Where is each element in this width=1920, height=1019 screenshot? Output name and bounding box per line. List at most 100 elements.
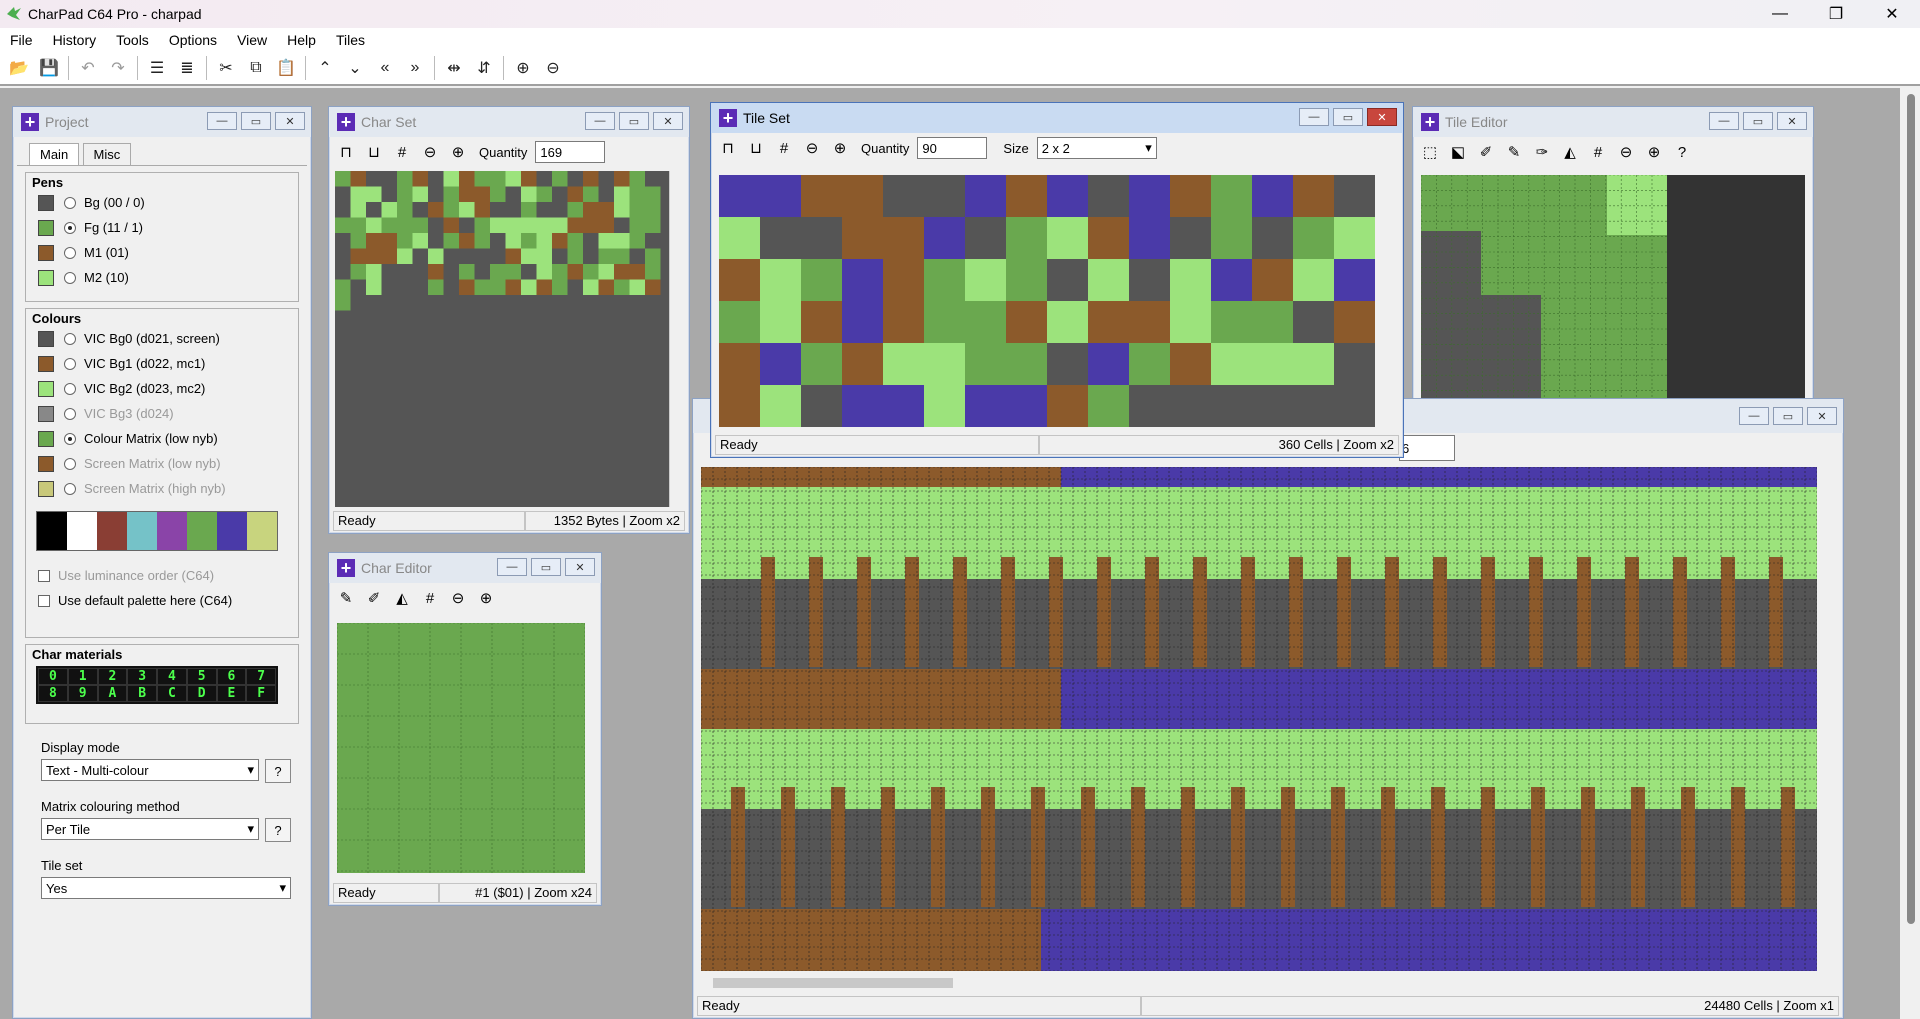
pen-radio[interactable] xyxy=(64,196,76,209)
colour-option[interactable]: Colour Matrix (low nyb) xyxy=(32,426,292,451)
shift-up-icon[interactable]: ⌃ xyxy=(310,54,340,82)
help-icon[interactable]: ? xyxy=(1669,139,1695,165)
colour-radio[interactable] xyxy=(64,432,76,445)
paste-icon[interactable]: 📋 xyxy=(271,54,301,82)
restore-button[interactable]: ❐ xyxy=(1808,0,1864,28)
material-cell[interactable]: 2 xyxy=(97,668,128,685)
menu-help[interactable]: Help xyxy=(277,32,326,48)
matrix-method-help-button[interactable]: ? xyxy=(265,818,291,842)
material-cell[interactable]: 9 xyxy=(67,685,98,702)
fill-icon[interactable]: ◭ xyxy=(1557,139,1583,165)
menu-file[interactable]: File xyxy=(0,32,43,48)
map-vertical-scrollbar[interactable] xyxy=(1823,467,1839,971)
tileeditor-maximize-button[interactable]: ▭ xyxy=(1743,112,1773,130)
colour-option[interactable]: VIC Bg3 (d024) xyxy=(32,401,292,426)
charset-scrollbar[interactable] xyxy=(669,171,683,507)
display-mode-select[interactable]: Text - Multi-colour ▾ xyxy=(41,759,259,781)
project-minimize-button[interactable]: — xyxy=(207,112,237,130)
zoom-out-icon[interactable]: ⊖ xyxy=(417,139,443,165)
grid-icon[interactable]: # xyxy=(771,135,797,161)
grid-icon[interactable]: # xyxy=(1585,139,1611,165)
pick-cell-icon[interactable]: ⬕ xyxy=(1445,139,1471,165)
zoom-out-icon[interactable]: ⊖ xyxy=(799,135,825,161)
select-icon[interactable]: ⊓ xyxy=(333,139,359,165)
undo-icon[interactable]: ↶ xyxy=(73,54,103,82)
zoom-out-icon[interactable]: ⊖ xyxy=(1613,139,1639,165)
palette-swatch[interactable] xyxy=(247,512,277,550)
tile-set-caption[interactable]: + Tile Set — ▭ ✕ xyxy=(711,103,1403,133)
menu-options[interactable]: Options xyxy=(159,32,227,48)
material-cell[interactable]: 6 xyxy=(216,668,247,685)
material-cell[interactable]: A xyxy=(97,685,128,702)
tileset-size-select[interactable]: 2 x 2 ▾ xyxy=(1036,137,1157,159)
tileset-quantity-input[interactable] xyxy=(917,137,988,159)
charset-minimize-button[interactable]: — xyxy=(585,112,615,130)
select-icon[interactable]: ⊓ xyxy=(715,135,741,161)
tile-set-select[interactable]: Yes ▾ xyxy=(41,877,291,899)
palette-swatch[interactable] xyxy=(127,512,157,550)
material-cell[interactable]: D xyxy=(186,685,217,702)
flip-horizontal-icon[interactable]: ⇹ xyxy=(439,54,469,82)
menu-history[interactable]: History xyxy=(43,32,107,48)
colour-option[interactable]: VIC Bg1 (d022, mc1) xyxy=(32,351,292,376)
tile-set-canvas[interactable] xyxy=(719,175,1375,427)
project-caption[interactable]: + Project — ▭ ✕ xyxy=(13,107,311,137)
charset-close-button[interactable]: ✕ xyxy=(653,112,683,130)
colour-option[interactable]: VIC Bg0 (d021, screen) xyxy=(32,326,292,351)
dropper-icon[interactable]: ✐ xyxy=(1473,139,1499,165)
tab-misc[interactable]: Misc xyxy=(82,143,132,165)
colour-option[interactable]: VIC Bg2 (d023, mc2) xyxy=(32,376,292,401)
zoom-out-icon[interactable]: ⊖ xyxy=(445,585,471,611)
shift-left-icon[interactable]: « xyxy=(370,54,400,82)
material-cell[interactable]: 8 xyxy=(38,685,68,702)
picker-icon[interactable]: ✐ xyxy=(361,585,387,611)
palette-swatch[interactable] xyxy=(37,512,67,550)
map-canvas[interactable] xyxy=(701,467,1817,971)
project-close-button[interactable]: ✕ xyxy=(275,112,305,130)
open-icon[interactable]: 📂 xyxy=(4,54,34,82)
map-minimize-button[interactable]: — xyxy=(1739,407,1769,425)
minimize-button[interactable]: — xyxy=(1752,0,1808,28)
pen-option[interactable]: Fg (11 / 1) xyxy=(32,215,292,240)
menu-tiles[interactable]: Tiles xyxy=(326,32,375,48)
shift-right-icon[interactable]: » xyxy=(400,54,430,82)
charset-quantity-input[interactable] xyxy=(535,141,606,163)
cut-icon[interactable]: ✂ xyxy=(211,54,241,82)
material-cell[interactable]: F xyxy=(246,685,276,702)
zoom-in-icon[interactable]: ⊕ xyxy=(1641,139,1667,165)
shift-down-icon[interactable]: ⌄ xyxy=(340,54,370,82)
materials-grid[interactable]: 01234567 89ABCDEF xyxy=(36,666,278,704)
chareditor-close-button[interactable]: ✕ xyxy=(565,558,595,576)
map-field-input[interactable] xyxy=(1399,435,1455,461)
map-close-button[interactable]: ✕ xyxy=(1807,407,1837,425)
tile-editor-canvas[interactable] xyxy=(1421,175,1805,421)
save-icon[interactable]: 💾 xyxy=(34,54,64,82)
tileset-minimize-button[interactable]: — xyxy=(1299,108,1329,126)
palette-swatch[interactable] xyxy=(157,512,187,550)
chareditor-minimize-button[interactable]: — xyxy=(497,558,527,576)
list-alt-icon[interactable]: ≣ xyxy=(172,54,202,82)
charset-maximize-button[interactable]: ▭ xyxy=(619,112,649,130)
material-cell[interactable]: 1 xyxy=(67,668,98,685)
material-cell[interactable]: 5 xyxy=(186,668,217,685)
palette-swatch[interactable] xyxy=(187,512,217,550)
zoom-in-icon[interactable]: ⊕ xyxy=(445,139,471,165)
chareditor-maximize-button[interactable]: ▭ xyxy=(531,558,561,576)
palette-swatch[interactable] xyxy=(217,512,247,550)
material-cell[interactable]: E xyxy=(216,685,247,702)
char-editor-caption[interactable]: + Char Editor — ▭ ✕ xyxy=(329,553,601,583)
picker-icon[interactable]: ✑ xyxy=(1529,139,1555,165)
select-all-icon[interactable]: ⊔ xyxy=(361,139,387,165)
material-cell[interactable]: 3 xyxy=(127,668,157,685)
colour-option[interactable]: Screen Matrix (high nyb) xyxy=(32,476,292,501)
pen-radio[interactable] xyxy=(64,246,76,259)
flip-vertical-icon[interactable]: ⇵ xyxy=(469,54,499,82)
colour-option[interactable]: Screen Matrix (low nyb) xyxy=(32,451,292,476)
colour-radio[interactable] xyxy=(64,357,76,370)
material-cell[interactable]: C xyxy=(157,685,187,702)
pen-option[interactable]: Bg (00 / 0) xyxy=(32,190,292,215)
tileset-close-button[interactable]: ✕ xyxy=(1367,108,1397,126)
zoom-in-icon[interactable]: ⊕ xyxy=(473,585,499,611)
luminance-checkbox[interactable] xyxy=(38,569,50,582)
copy-icon[interactable]: ⧉ xyxy=(241,54,271,82)
